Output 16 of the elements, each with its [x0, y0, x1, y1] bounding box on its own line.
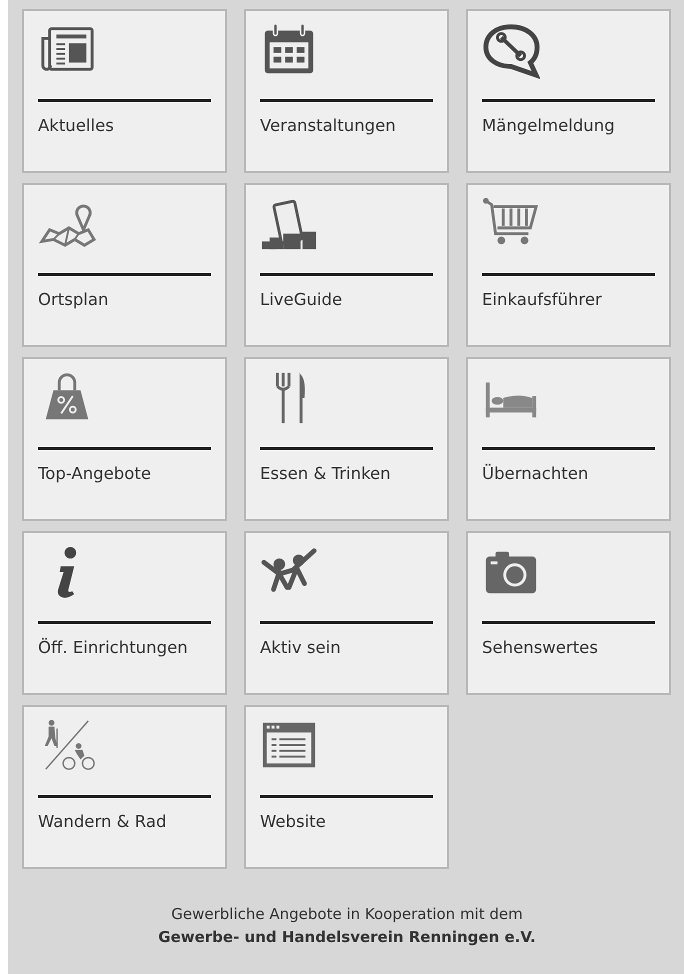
menu-tile[interactable]: Übernachten [466, 357, 671, 521]
menu-tile[interactable]: Ortsplan [22, 183, 227, 347]
menu-tile[interactable]: Essen & Trinken [244, 357, 449, 521]
menu-tile[interactable]: Sehenswertes [466, 531, 671, 695]
menu-tile[interactable]: Wandern & Rad [22, 705, 227, 869]
menu-tile[interactable]: Mängelmeldung [466, 9, 671, 173]
menu-tile[interactable]: Website [244, 705, 449, 869]
menu-tile[interactable]: Einkaufsführer [466, 183, 671, 347]
menu-tile[interactable]: Aktiv sein [244, 531, 449, 695]
menu-tile[interactable]: Veranstaltungen [244, 9, 449, 173]
menu-tile[interactable]: Aktuelles [22, 9, 227, 173]
menu-tile[interactable]: Top-Angebote [22, 357, 227, 521]
menu-tile[interactable]: LiveGuide [244, 183, 449, 347]
menu-tile[interactable]: Öff. Einrichtungen [22, 531, 227, 695]
footer-text: Gewerbliche Angebote in Kooperation mit dem Gewerbe- und Handelsverein Renningen e.V. [157, 904, 537, 948]
info-icon [56, 546, 77, 599]
